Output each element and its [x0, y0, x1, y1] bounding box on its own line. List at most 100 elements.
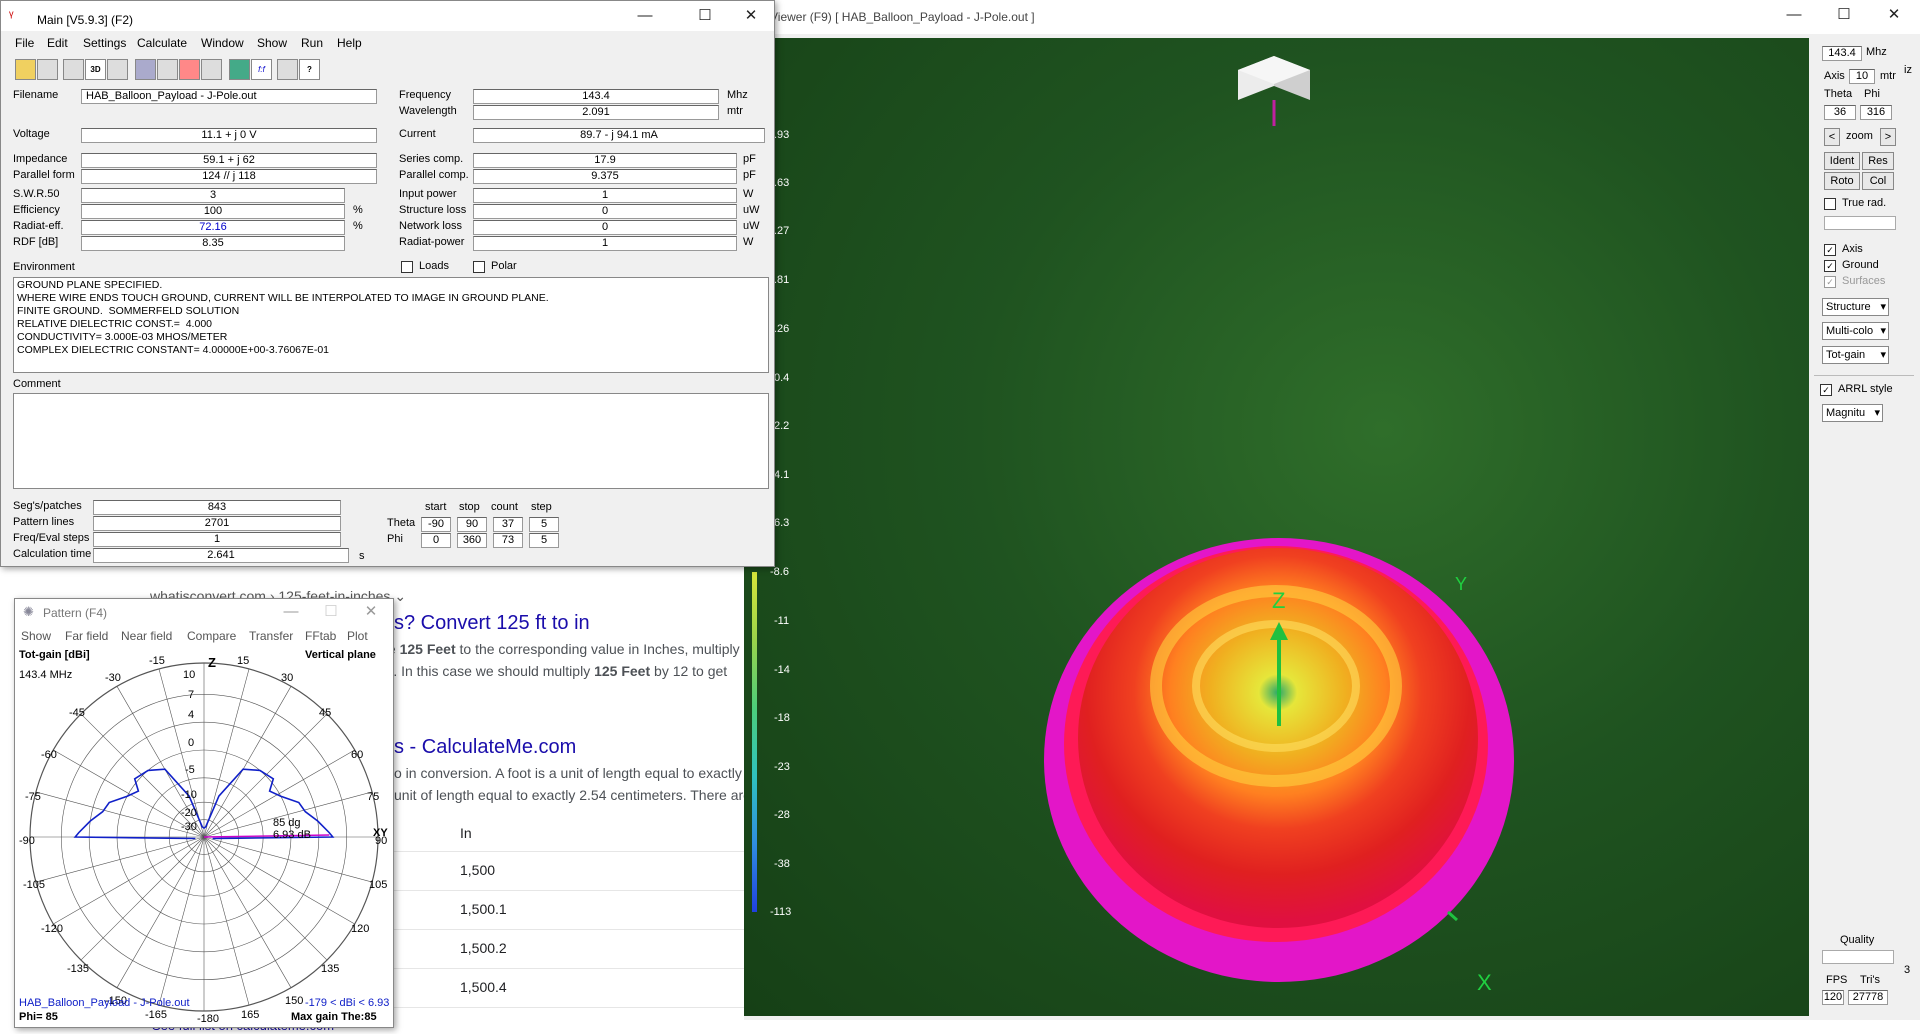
- loads-checkbox[interactable]: [401, 261, 413, 273]
- fps-label: FPS: [1826, 974, 1848, 986]
- search-result-title-1[interactable]: s? Convert 125 ft to in: [394, 612, 590, 635]
- angle-label: 135: [321, 963, 340, 975]
- filename-field[interactable]: HAB_Balloon_Payload - J-Pole.out: [81, 89, 377, 104]
- polar-checkbox[interactable]: [473, 261, 485, 273]
- geometry-icon[interactable]: [63, 59, 84, 80]
- wavelength-field: 2.091: [473, 105, 719, 120]
- menu-near-field[interactable]: Near field: [121, 629, 172, 643]
- structure-dropdown[interactable]: Structure: [1822, 298, 1889, 316]
- magnitude-dropdown[interactable]: Magnitu: [1822, 404, 1883, 422]
- arrl-style-checkbox[interactable]: ✓: [1820, 384, 1832, 396]
- scale-label: -18: [774, 712, 790, 724]
- phi-count-field[interactable]: 73: [493, 533, 523, 548]
- ff-icon[interactable]: f:f: [251, 59, 272, 80]
- menu-plot[interactable]: Plot: [347, 629, 368, 643]
- menu-far-field[interactable]: Far field: [65, 629, 108, 643]
- open-icon[interactable]: [15, 59, 36, 80]
- scale-label: -38: [774, 858, 790, 870]
- minimize-icon[interactable]: —: [625, 5, 665, 27]
- true-rad-checkbox[interactable]: [1824, 198, 1836, 210]
- axis-checkbox[interactable]: ✓: [1824, 244, 1836, 256]
- search-result-snippet-1a: te 125 Feet to the corresponding value i…: [384, 641, 740, 657]
- current-label: Current: [399, 128, 436, 140]
- phi-step-field[interactable]: 5: [529, 533, 559, 548]
- close-icon[interactable]: ✕: [731, 5, 771, 27]
- close-icon[interactable]: ✕: [1874, 4, 1914, 26]
- 3d-icon[interactable]: 3D: [85, 59, 106, 80]
- main-window: ᵞ Main [V5.9.3] (F2) — ☐ ✕ File Edit Set…: [0, 0, 775, 567]
- menu-show[interactable]: Show: [21, 629, 51, 643]
- col-button[interactable]: Col: [1862, 172, 1894, 190]
- frequency-field[interactable]: 143.4: [473, 89, 719, 104]
- maximize-icon[interactable]: ☐: [1824, 4, 1864, 26]
- true-rad-label: True rad.: [1842, 197, 1887, 209]
- pattern-icon[interactable]: [179, 59, 200, 80]
- comment-field[interactable]: [13, 393, 769, 489]
- globe-icon[interactable]: [135, 59, 156, 80]
- angle-label: 165: [241, 1009, 260, 1021]
- theta-stop-field[interactable]: 90: [457, 517, 487, 532]
- scale-label: -113: [770, 906, 792, 918]
- help-icon[interactable]: ?: [299, 59, 320, 80]
- viewer-frequency-field[interactable]: 143.4: [1822, 46, 1862, 61]
- menu-edit[interactable]: Edit: [47, 36, 68, 50]
- menu-fftab[interactable]: FFtab: [305, 629, 336, 643]
- axis-chk-label: Axis: [1842, 243, 1863, 255]
- book-icon[interactable]: [277, 59, 298, 80]
- view-icon[interactable]: [157, 59, 178, 80]
- environment-text[interactable]: GROUND PLANE SPECIFIED. WHERE WIRE ENDS …: [13, 277, 769, 373]
- menu-transfer[interactable]: Transfer: [249, 629, 293, 643]
- zoom-out-button[interactable]: <: [1824, 128, 1840, 146]
- menu-compare[interactable]: Compare: [187, 629, 236, 643]
- axis-length-field[interactable]: 10: [1849, 69, 1875, 84]
- angle-label: -30: [105, 672, 121, 684]
- pattern-range: -179 < dBi < 6.93: [305, 997, 390, 1009]
- ground-checkbox[interactable]: ✓: [1824, 260, 1836, 272]
- ring-label: -20: [181, 807, 197, 819]
- theta-start-field[interactable]: -90: [421, 517, 451, 532]
- ground-chk-label: Ground: [1842, 259, 1879, 271]
- maximize-icon[interactable]: ☐: [685, 5, 725, 27]
- save-icon[interactable]: [37, 59, 58, 80]
- parallel-form-field: 124 // j 118: [81, 169, 377, 184]
- menu-run[interactable]: Run: [301, 36, 323, 50]
- smith-icon[interactable]: [201, 59, 222, 80]
- color-mode-dropdown[interactable]: Multi-colo: [1822, 322, 1889, 340]
- angle-label: 150: [285, 995, 304, 1007]
- zoom-in-button[interactable]: >: [1880, 128, 1896, 146]
- angle-label: 15: [237, 655, 250, 667]
- menu-help[interactable]: Help: [337, 36, 362, 50]
- ident-button[interactable]: Ident: [1824, 152, 1860, 170]
- roto-button[interactable]: Roto: [1824, 172, 1860, 190]
- menu-window[interactable]: Window: [201, 36, 244, 50]
- phi-stop-field[interactable]: 360: [457, 533, 487, 548]
- view-theta-field[interactable]: 36: [1824, 105, 1856, 120]
- scale-label: 6.3: [774, 517, 790, 529]
- angle-label: -15: [149, 655, 165, 667]
- menu-calculate[interactable]: Calculate: [137, 36, 187, 50]
- minimize-icon[interactable]: —: [271, 601, 311, 623]
- 3d-scene[interactable]: Z X Y i .93 .63 .27 .81 .26 0.4 2.2 4.1 …: [744, 38, 1809, 1016]
- menu-settings[interactable]: Settings: [83, 36, 126, 50]
- surfaces-checkbox[interactable]: ✓: [1824, 276, 1836, 288]
- quality-slider[interactable]: [1822, 950, 1894, 964]
- close-icon[interactable]: ✕: [351, 601, 391, 623]
- angle-label: -180: [197, 1013, 220, 1025]
- menu-show[interactable]: Show: [257, 36, 287, 50]
- theta-step-field[interactable]: 5: [529, 517, 559, 532]
- res-button[interactable]: Res: [1862, 152, 1894, 170]
- theta-count-field[interactable]: 37: [493, 517, 523, 532]
- view-phi-field[interactable]: 316: [1860, 105, 1892, 120]
- true-rad-slider[interactable]: [1824, 216, 1896, 230]
- 3d-label-icon[interactable]: [107, 59, 128, 80]
- calculator-icon[interactable]: [229, 59, 250, 80]
- gain-type-dropdown[interactable]: Tot-gain: [1822, 346, 1889, 364]
- pattern-lines-field: 2701: [93, 516, 341, 531]
- menu-file[interactable]: File: [15, 36, 34, 50]
- maximize-icon[interactable]: ☐: [311, 601, 351, 623]
- header-step: step: [531, 501, 552, 513]
- phi-start-field[interactable]: 0: [421, 533, 451, 548]
- minimize-icon[interactable]: —: [1774, 4, 1814, 26]
- search-result-title-2[interactable]: s - CalculateMe.com: [394, 736, 576, 759]
- frequency-label: Frequency: [399, 89, 451, 101]
